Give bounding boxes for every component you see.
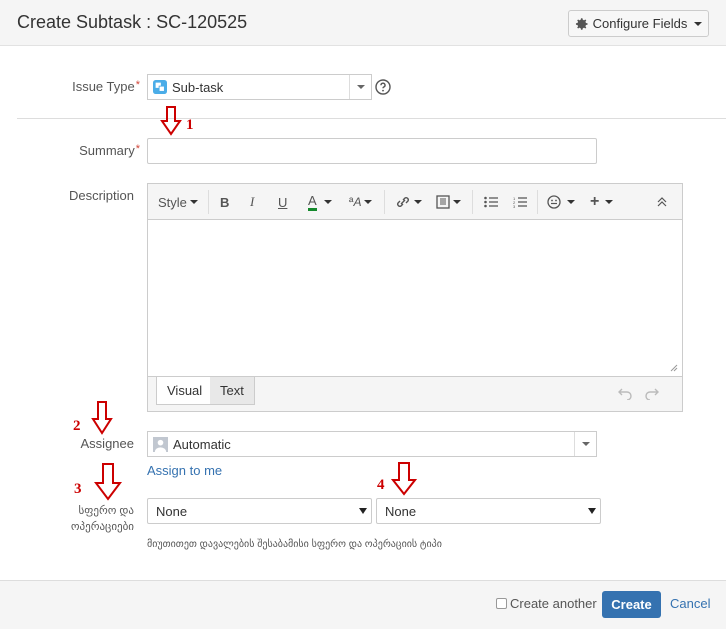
- resize-handle-icon[interactable]: [670, 364, 678, 372]
- chevron-down-icon: [356, 85, 365, 89]
- section-divider: [17, 118, 726, 119]
- annotation-number: 1: [186, 117, 194, 133]
- assignee-value: Automatic: [173, 436, 231, 452]
- issue-type-value: Sub-task: [172, 79, 224, 95]
- link-icon[interactable]: [395, 192, 422, 212]
- assign-to-me-link[interactable]: Assign to me: [147, 463, 222, 478]
- summary-label: Summary*: [79, 143, 140, 158]
- bullet-list-icon[interactable]: [484, 192, 498, 212]
- sphere-select-value: None: [156, 503, 188, 519]
- issue-type-dropdown-toggle[interactable]: [349, 75, 371, 99]
- italic-icon[interactable]: I: [250, 192, 254, 212]
- toolbar-separator: [208, 190, 209, 214]
- create-another-option: Create another: [496, 596, 597, 611]
- redo-icon[interactable]: [645, 386, 659, 400]
- annotation-arrow-icon: [91, 401, 113, 435]
- chevron-down-icon: [605, 200, 614, 204]
- assignee-label: Assignee: [80, 436, 134, 451]
- text-color-icon[interactable]: A: [308, 192, 332, 212]
- toolbar-separator: [472, 190, 473, 214]
- configure-fields-button[interactable]: Configure Fields: [568, 10, 709, 37]
- tab-text[interactable]: Text: [210, 377, 255, 405]
- undo-icon[interactable]: [618, 386, 632, 400]
- sphere-hint: მიუთითეთ დავალების შესაბამისი სფერო და ო…: [147, 539, 442, 550]
- style-label: Style: [158, 194, 187, 210]
- toolbar-separator: [537, 190, 538, 214]
- underline-icon[interactable]: U: [278, 192, 287, 212]
- collapse-toolbar-icon[interactable]: [656, 192, 668, 212]
- description-textarea[interactable]: [148, 221, 682, 375]
- text-format-icon[interactable]: ªA: [349, 192, 373, 212]
- annotation-number: 2: [73, 418, 81, 434]
- description-label: Description: [68, 188, 134, 203]
- assignee-select[interactable]: Automatic: [147, 431, 597, 457]
- configure-fields-label: Configure Fields: [592, 16, 688, 31]
- chevron-down-icon: [588, 508, 596, 514]
- dialog-header: Create Subtask : SC-120525 Configure Fie…: [0, 0, 726, 46]
- operation-select-value: None: [385, 503, 417, 519]
- chevron-down-icon: [364, 200, 373, 204]
- chevron-down-icon: [189, 200, 198, 204]
- dialog-footer: Create another Create Cancel: [0, 580, 726, 629]
- issue-type-label: Issue Type*: [72, 79, 140, 94]
- operation-select[interactable]: None: [376, 498, 601, 524]
- dialog-title: Create Subtask : SC-120525: [17, 12, 248, 32]
- subtask-icon: [153, 80, 167, 94]
- description-editor: Style B I U A ªA 123 + Visual Text: [147, 183, 683, 412]
- annotation-number: 4: [377, 477, 385, 493]
- chevron-down-icon: [581, 442, 590, 446]
- sphere-label: სფერო და ოპერაციები: [70, 505, 134, 533]
- summary-input[interactable]: [147, 138, 597, 164]
- chevron-down-icon: [323, 200, 332, 204]
- issue-type-select[interactable]: Sub-task: [147, 74, 372, 100]
- tab-visual[interactable]: Visual: [156, 377, 214, 405]
- create-another-label: Create another: [510, 596, 597, 611]
- bold-icon[interactable]: B: [220, 192, 229, 212]
- create-another-checkbox[interactable]: [496, 598, 507, 609]
- chevron-down-icon: [359, 508, 367, 514]
- insert-more-icon[interactable]: +: [590, 192, 614, 212]
- annotation-arrow-icon: [160, 106, 182, 136]
- attachment-icon[interactable]: [436, 192, 461, 212]
- toolbar-separator: [384, 190, 385, 214]
- chevron-down-icon: [414, 200, 422, 204]
- annotation-arrow-icon: [94, 463, 122, 501]
- svg-text:3: 3: [513, 204, 516, 208]
- avatar: [153, 436, 168, 452]
- chevron-down-icon: [453, 200, 461, 204]
- editor-mode-tabs: Visual Text: [148, 376, 682, 411]
- assignee-dropdown-toggle[interactable]: [574, 432, 596, 456]
- gear-icon: [575, 17, 588, 30]
- sphere-select[interactable]: None: [147, 498, 372, 524]
- annotation-number: 3: [74, 481, 82, 497]
- style-dropdown[interactable]: Style: [158, 192, 198, 212]
- chevron-down-icon: [694, 21, 703, 26]
- editor-toolbar: Style B I U A ªA 123 +: [148, 184, 682, 220]
- chevron-down-icon: [567, 200, 575, 204]
- numbered-list-icon[interactable]: 123: [513, 192, 527, 212]
- annotation-arrow-icon: [391, 462, 417, 496]
- create-button[interactable]: Create: [602, 591, 661, 618]
- cancel-link[interactable]: Cancel: [670, 596, 710, 611]
- help-icon[interactable]: [375, 79, 391, 95]
- emoticon-icon[interactable]: [547, 192, 575, 212]
